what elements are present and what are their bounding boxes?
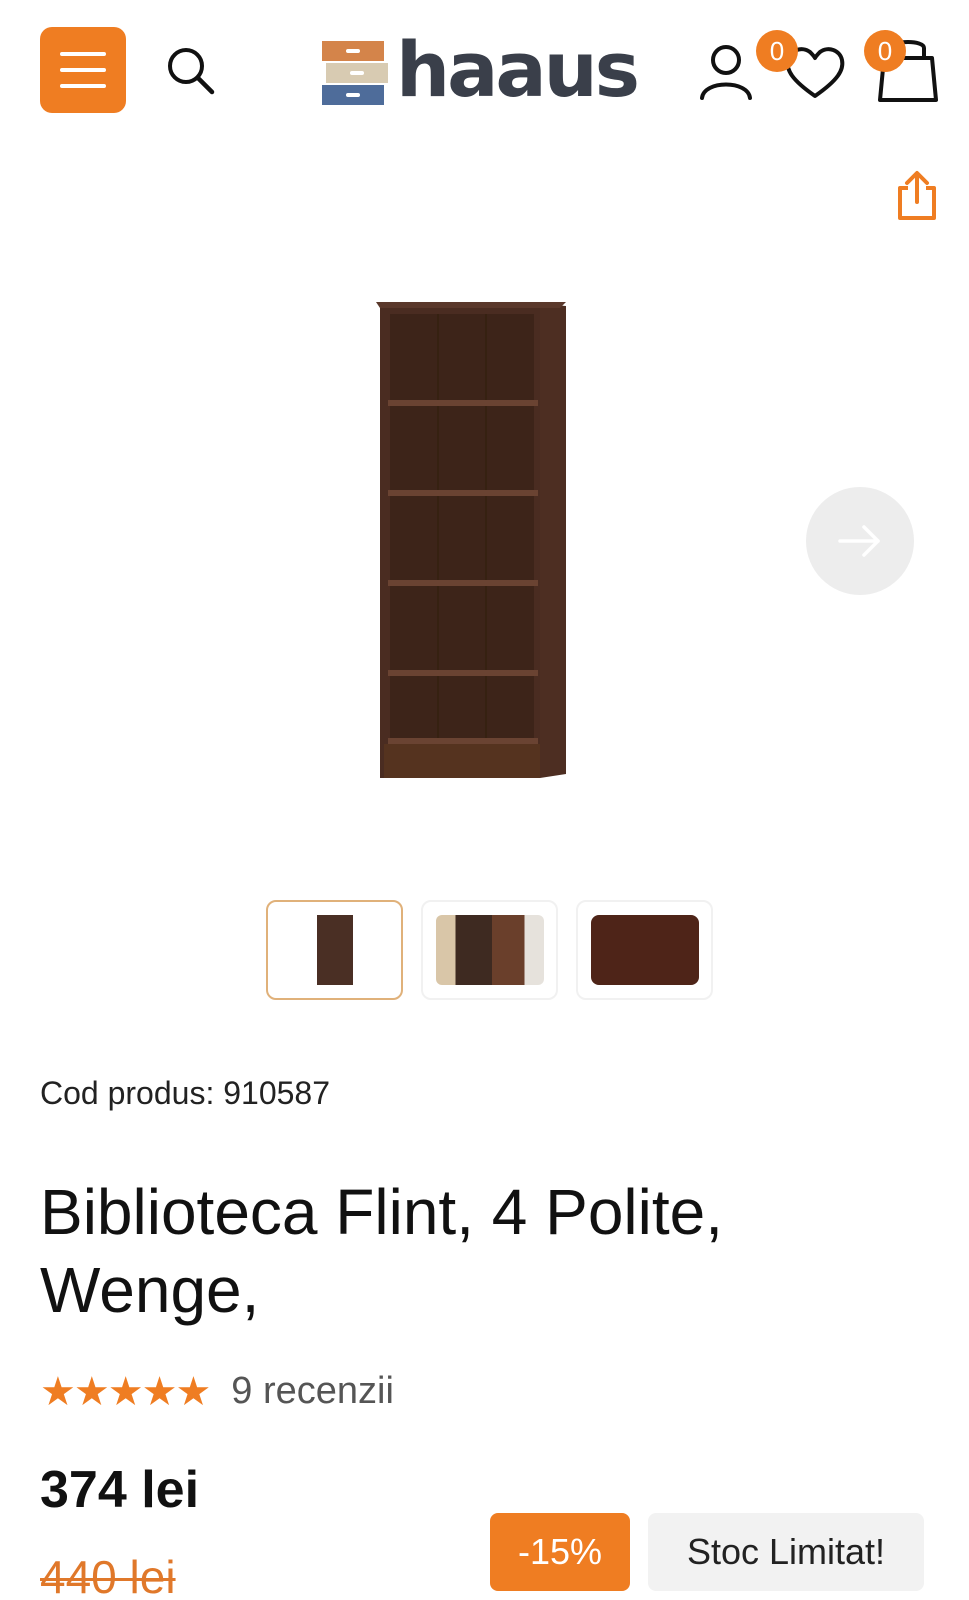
menu-icon-line: [60, 68, 106, 72]
thumbnail-strip: [266, 900, 713, 1000]
menu-icon-line: [60, 52, 106, 56]
logo-drawers-icon: [322, 35, 388, 105]
next-image-button[interactable]: [806, 487, 914, 595]
cart-count-badge: 0: [864, 30, 906, 72]
old-price: 440 lei: [40, 1551, 176, 1600]
logo[interactable]: haaus: [322, 25, 640, 114]
share-icon[interactable]: [894, 170, 940, 222]
stock-badge: Stoc Limitat!: [648, 1513, 924, 1591]
thumbnail-3[interactable]: [576, 900, 713, 1000]
logo-text: haaus: [396, 25, 640, 114]
current-price: 374 lei: [40, 1461, 200, 1519]
arrow-right-icon: [838, 525, 880, 557]
product-code: Cod produs: 910587: [40, 1075, 330, 1111]
rating-stars: ★★★★★: [40, 1369, 211, 1414]
header: haaus 0 0: [0, 0, 969, 140]
reviews-link[interactable]: 9 recenzii: [231, 1370, 394, 1413]
user-icon[interactable]: [696, 40, 756, 102]
rating[interactable]: ★★★★★ 9 recenzii: [40, 1370, 394, 1413]
menu-icon-line: [60, 84, 106, 88]
thumbnail-2[interactable]: [421, 900, 558, 1000]
texture-thumbnail-image: [590, 915, 699, 985]
discount-badge: -15%: [490, 1513, 630, 1591]
bookcase-thumbnail-image: [316, 915, 353, 985]
menu-button[interactable]: [40, 27, 126, 113]
search-icon[interactable]: [160, 40, 222, 102]
wishlist-count-badge: 0: [756, 30, 798, 72]
thumbnail-1[interactable]: [266, 900, 403, 1000]
product-title: Biblioteca Flint, 4 Polite, Wenge,: [40, 1176, 723, 1326]
room-thumbnail-image: [435, 915, 544, 985]
product-main-image[interactable]: [370, 300, 580, 790]
